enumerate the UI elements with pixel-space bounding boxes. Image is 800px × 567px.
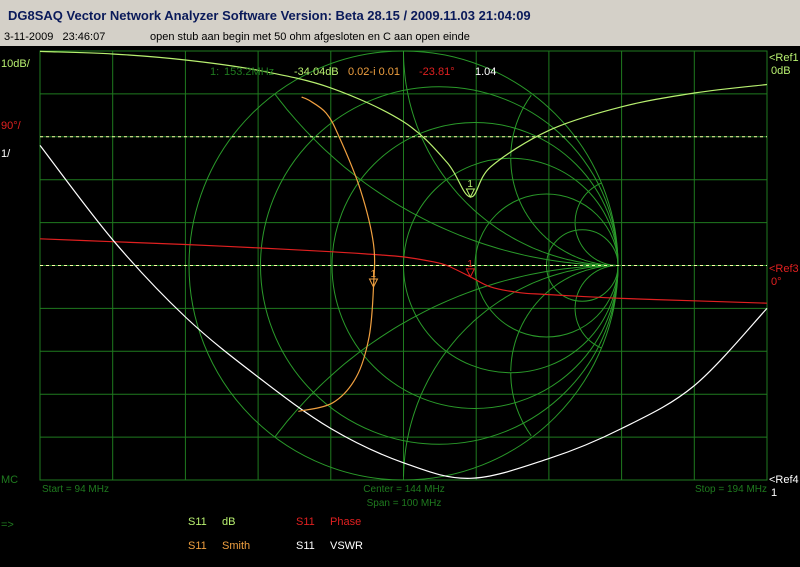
ref1-value: 0dB bbox=[771, 65, 791, 77]
info-time: 23:46:07 bbox=[62, 31, 106, 43]
legend-param-1: S11 bbox=[296, 516, 315, 528]
freq-span: Span = 100 MHz bbox=[367, 498, 442, 509]
ref1-label: <Ref1 bbox=[769, 52, 799, 64]
mc-label: MC bbox=[1, 474, 18, 486]
info-description: open stub aan begin met 50 ohm afgeslote… bbox=[150, 31, 470, 43]
freq-start: Start = 94 MHz bbox=[42, 484, 109, 495]
ref4-value: 1 bbox=[771, 487, 777, 499]
marker-phase-glyph-label: 1 bbox=[467, 259, 473, 270]
info-datetime: 3-11-2009 23:46:07 bbox=[4, 31, 105, 43]
info-date: 3-11-2009 bbox=[4, 31, 54, 43]
ref4-label: <Ref4 bbox=[769, 474, 799, 486]
marker-smith-glyph-label: 1 bbox=[370, 269, 376, 280]
marker-db: -34.04dB bbox=[294, 66, 339, 78]
marker-phase: -23.81° bbox=[419, 66, 455, 78]
legend-param-2: S11 bbox=[188, 540, 207, 552]
vna-window: DG8SAQ Vector Network Analyzer Software … bbox=[0, 0, 800, 567]
legend-name-2: Smith bbox=[222, 540, 250, 552]
marker-vswr: 1.04 bbox=[475, 66, 496, 78]
phase-scale-label: 90°/ bbox=[1, 120, 22, 132]
freq-center: Center = 144 MHz bbox=[363, 484, 444, 495]
legend-name-3: VSWR bbox=[330, 540, 363, 552]
vna-chart[interactable]: 1 1 1 1: 153.2MHz -34.04dB 0.02-i 0.01 -23… bbox=[0, 46, 800, 567]
window-title: DG8SAQ Vector Network Analyzer Software … bbox=[8, 8, 531, 23]
marker-db-glyph-label: 1 bbox=[467, 179, 473, 190]
vswr-scale-label: 1/ bbox=[1, 148, 11, 160]
marker-freq: 153.2MHz bbox=[224, 66, 274, 78]
title-bar: DG8SAQ Vector Network Analyzer Software … bbox=[0, 0, 800, 31]
legend-param-3: S11 bbox=[296, 540, 315, 552]
legend-name-1: Phase bbox=[330, 516, 361, 528]
legend-name-0: dB bbox=[222, 516, 235, 528]
db-scale-label: 10dB/ bbox=[1, 58, 31, 70]
info-bar: 3-11-2009 23:46:07 open stub aan begin m… bbox=[0, 30, 800, 46]
freq-stop: Stop = 194 MHz bbox=[695, 484, 767, 495]
ref3-value: 0° bbox=[771, 276, 782, 288]
legend-param-0: S11 bbox=[188, 516, 207, 528]
marker-id: 1: bbox=[210, 66, 219, 78]
marker-impedance: 0.02-i 0.01 bbox=[348, 66, 400, 78]
arrow-label: => bbox=[1, 519, 14, 531]
ref3-label: <Ref3 bbox=[769, 263, 799, 275]
